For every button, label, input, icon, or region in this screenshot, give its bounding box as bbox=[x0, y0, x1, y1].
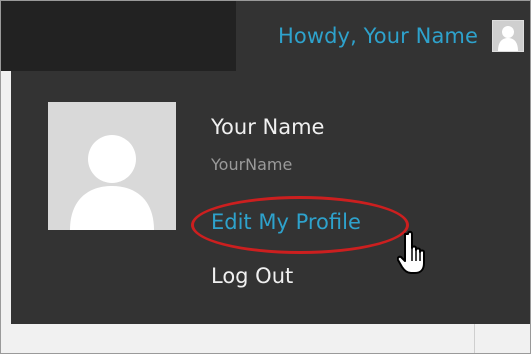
small-avatar-icon[interactable] bbox=[492, 20, 524, 52]
howdy-label[interactable]: Howdy, Your Name bbox=[278, 24, 478, 48]
my-account-menu-trigger[interactable]: Howdy, Your Name bbox=[236, 1, 530, 71]
display-name-link[interactable]: Your Name bbox=[211, 115, 324, 139]
page-background bbox=[1, 324, 530, 353]
username-label: YourName bbox=[211, 155, 293, 174]
edit-profile-link[interactable]: Edit My Profile bbox=[211, 210, 361, 234]
admin-bar bbox=[1, 1, 236, 71]
bottom-divider bbox=[474, 324, 475, 353]
large-avatar-icon[interactable] bbox=[48, 102, 176, 230]
logout-link[interactable]: Log Out bbox=[211, 264, 293, 288]
screenshot-frame: Howdy, Your Name Your Name YourName Edit… bbox=[0, 0, 531, 354]
account-dropdown-menu: Your Name YourName Edit My Profile Log O… bbox=[11, 71, 530, 324]
